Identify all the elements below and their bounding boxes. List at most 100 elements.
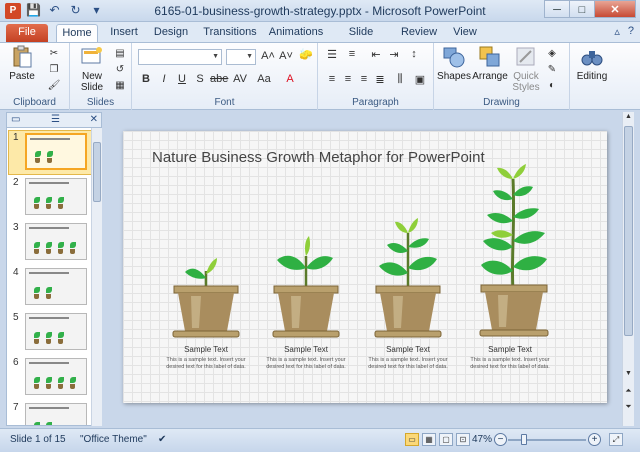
fit-slide-icon[interactable]: ⤢ [609,433,623,446]
slide-thumbnail[interactable] [25,133,87,170]
editor-scrollbar[interactable]: ▲ ▼ ⏶ ⏷ [622,112,634,426]
align-left-icon[interactable]: ≡ [324,73,340,85]
slideshow-view-icon[interactable]: ⊡ [456,433,470,446]
tab-home[interactable]: Home [56,24,98,42]
justify-icon[interactable]: ≣ [372,73,388,86]
align-right-icon[interactable]: ≡ [356,73,372,85]
underline-button[interactable]: U [174,73,190,85]
numbering-icon[interactable]: ≡ [344,48,360,60]
item-2-label[interactable]: Sample Text [261,345,351,354]
slides-tab-icon[interactable]: ▭ [11,114,20,125]
item-4-label[interactable]: Sample Text [465,345,555,354]
item-2-desc[interactable]: This is a sample text. Insert your desir… [261,357,351,371]
slide-thumbnail[interactable] [25,178,87,215]
tab-view[interactable]: View [448,24,482,42]
char-spacing-icon[interactable]: AV [232,73,248,85]
layout-icon[interactable]: ▤ [112,47,128,61]
columns-icon[interactable]: ⫼ [392,73,408,86]
zoom-slider[interactable] [508,439,586,441]
tab-design[interactable]: Design [150,24,192,42]
decrease-indent-icon[interactable]: ⇤ [368,48,384,61]
shapes-button[interactable]: Shapes [436,45,472,82]
thumbnail-scroll-thumb[interactable] [93,142,101,202]
font-name-combo[interactable]: ▼ [138,49,222,65]
spelling-check-icon[interactable]: ✔ [158,434,166,445]
font-size-combo[interactable]: ▼ [226,49,256,65]
maximize-button[interactable]: □ [569,0,595,18]
shape-effects-icon[interactable]: ◐ [544,79,560,93]
cut-icon[interactable]: ✂ [46,47,62,61]
scroll-up-icon[interactable]: ▲ [623,113,634,120]
format-painter-icon[interactable]: 🖌 [46,79,62,93]
slide-thumbnail[interactable] [25,313,87,350]
reset-icon[interactable]: ↺ [112,63,128,77]
plant-pot-3[interactable] [373,213,443,346]
slide-thumbnail[interactable] [25,268,87,305]
editing-button[interactable]: Editing [572,45,612,82]
slide-thumbnail[interactable] [25,223,87,260]
outline-tab-icon[interactable]: ☰ [51,114,60,125]
copy-icon[interactable]: ❐ [46,63,62,77]
paste-button[interactable]: Paste [4,45,40,82]
item-3-desc[interactable]: This is a sample text. Insert your desir… [363,357,453,371]
bullets-icon[interactable]: ☰ [324,48,340,61]
increase-indent-icon[interactable]: ⇥ [386,48,402,61]
close-button[interactable]: ✕ [594,0,636,18]
help-icon[interactable]: ? [628,25,634,38]
change-case-icon[interactable]: Aa [256,73,272,85]
shrink-font-icon[interactable]: A˅ [278,50,294,62]
slide-title[interactable]: Nature Business Growth Metaphor for Powe… [152,149,485,166]
shape-outline-icon[interactable]: ✎ [544,63,560,77]
previous-slide-icon[interactable]: ⏶ [623,386,634,396]
smartart-icon[interactable]: ▣ [412,73,428,86]
next-slide-icon[interactable]: ⏷ [623,402,634,412]
minimize-ribbon-icon[interactable]: ▵ [614,25,620,38]
tab-transitions[interactable]: Transitions [200,24,260,42]
slide-thumbnail[interactable] [25,403,87,425]
arrange-button[interactable]: Arrange [472,45,508,82]
plant-pot-2[interactable] [271,226,341,346]
item-1-label[interactable]: Sample Text [161,345,251,354]
tab-animations[interactable]: Animations [266,24,326,42]
slide-canvas[interactable]: Nature Business Growth Metaphor for Powe… [123,131,607,403]
bold-button[interactable]: B [138,73,154,85]
shapes-label: Shapes [437,71,471,82]
grow-font-icon[interactable]: A˄ [260,50,276,62]
scroll-down-icon[interactable]: ▼ [623,370,634,377]
font-color-icon[interactable]: A [282,73,298,85]
plant-pot-4[interactable] [475,159,555,347]
zoom-in-icon[interactable]: + [588,433,601,446]
item-4-desc[interactable]: This is a sample text. Insert your desir… [465,357,555,371]
tab-slide-show[interactable]: Slide Show [334,24,388,55]
plant-pot-1[interactable] [171,236,241,346]
item-3-label[interactable]: Sample Text [363,345,453,354]
thumbnail-title-line [29,182,69,184]
tab-insert[interactable]: Insert [104,24,144,42]
shape-fill-icon[interactable]: ◈ [544,47,560,61]
line-spacing-icon[interactable]: ↕ [406,48,422,60]
thumbnail-leaf [46,332,52,338]
pane-close-icon[interactable]: ✕ [90,114,98,125]
minimize-button[interactable]: ─ [544,0,570,18]
slide-thumbnail[interactable] [25,358,87,395]
quick-styles-button[interactable]: Quick Styles [508,45,544,93]
slide-sorter-icon[interactable]: ▦ [422,433,436,446]
reading-view-icon[interactable]: ▢ [439,433,453,446]
clear-formatting-icon[interactable]: 🧽 [298,48,314,61]
editing-label: Editing [576,71,608,82]
new-slide-button[interactable]: New Slide [74,45,110,93]
tab-file[interactable]: File [6,24,48,42]
shadow-button[interactable]: S [192,73,208,85]
align-center-icon[interactable]: ≡ [340,73,356,85]
zoom-out-icon[interactable]: − [494,433,507,446]
tab-review[interactable]: Review [398,24,440,42]
zoom-level[interactable]: 47% [472,434,492,445]
editor-scroll-thumb[interactable] [624,126,633,336]
section-icon[interactable]: ▦ [112,79,128,93]
normal-view-icon[interactable]: ▭ [405,433,419,446]
item-1-desc[interactable]: This is a sample text. Insert your desir… [161,357,251,371]
zoom-slider-knob[interactable] [521,434,527,445]
italic-button[interactable]: I [156,73,172,85]
thumbnail-scrollbar[interactable] [91,128,102,426]
strikethrough-button[interactable]: abe [210,73,228,85]
